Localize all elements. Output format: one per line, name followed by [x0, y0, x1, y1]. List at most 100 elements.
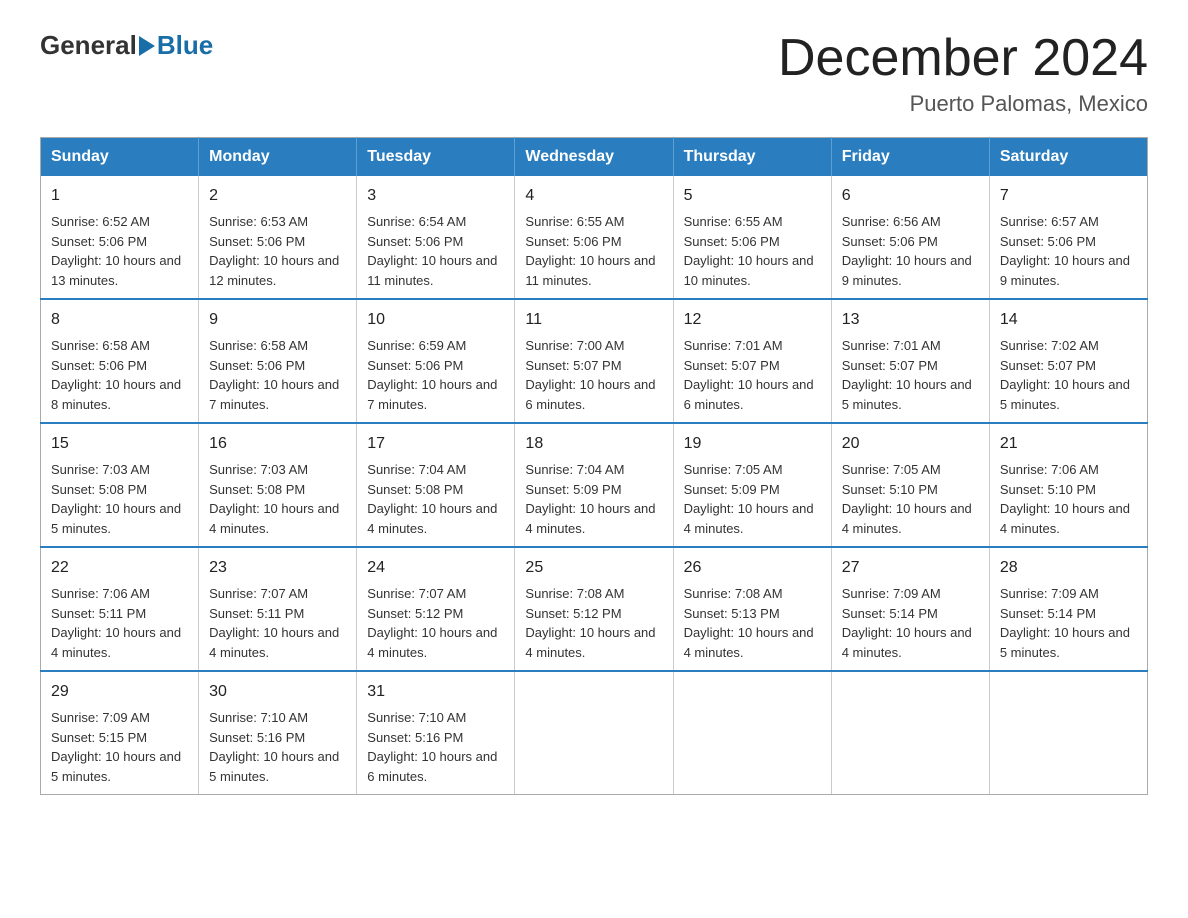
calendar-cell: 20 Sunrise: 7:05 AM Sunset: 5:10 PM Dayl…: [831, 423, 989, 547]
calendar-week-row: 1 Sunrise: 6:52 AM Sunset: 5:06 PM Dayli…: [41, 176, 1148, 299]
calendar-cell: 27 Sunrise: 7:09 AM Sunset: 5:14 PM Dayl…: [831, 547, 989, 671]
calendar-cell: 5 Sunrise: 6:55 AM Sunset: 5:06 PM Dayli…: [673, 176, 831, 299]
day-info: Sunrise: 7:04 AM Sunset: 5:08 PM Dayligh…: [367, 460, 504, 538]
day-info: Sunrise: 6:52 AM Sunset: 5:06 PM Dayligh…: [51, 212, 188, 290]
calendar-cell: [673, 671, 831, 795]
calendar-cell: 1 Sunrise: 6:52 AM Sunset: 5:06 PM Dayli…: [41, 176, 199, 299]
weekday-header-monday: Monday: [199, 138, 357, 177]
day-number: 30: [209, 680, 346, 704]
calendar-cell: 19 Sunrise: 7:05 AM Sunset: 5:09 PM Dayl…: [673, 423, 831, 547]
day-info: Sunrise: 7:07 AM Sunset: 5:11 PM Dayligh…: [209, 584, 346, 662]
calendar-table: SundayMondayTuesdayWednesdayThursdayFrid…: [40, 137, 1148, 795]
day-number: 26: [684, 556, 821, 580]
day-number: 5: [684, 184, 821, 208]
month-title: December 2024: [778, 30, 1148, 87]
calendar-cell: 24 Sunrise: 7:07 AM Sunset: 5:12 PM Dayl…: [357, 547, 515, 671]
day-info: Sunrise: 6:56 AM Sunset: 5:06 PM Dayligh…: [842, 212, 979, 290]
calendar-cell: 9 Sunrise: 6:58 AM Sunset: 5:06 PM Dayli…: [199, 299, 357, 423]
day-info: Sunrise: 7:00 AM Sunset: 5:07 PM Dayligh…: [525, 336, 662, 414]
day-info: Sunrise: 6:58 AM Sunset: 5:06 PM Dayligh…: [51, 336, 188, 414]
calendar-cell: 6 Sunrise: 6:56 AM Sunset: 5:06 PM Dayli…: [831, 176, 989, 299]
day-info: Sunrise: 7:05 AM Sunset: 5:09 PM Dayligh…: [684, 460, 821, 538]
day-info: Sunrise: 7:09 AM Sunset: 5:14 PM Dayligh…: [1000, 584, 1137, 662]
calendar-cell: 16 Sunrise: 7:03 AM Sunset: 5:08 PM Dayl…: [199, 423, 357, 547]
day-number: 3: [367, 184, 504, 208]
day-number: 23: [209, 556, 346, 580]
day-info: Sunrise: 7:03 AM Sunset: 5:08 PM Dayligh…: [209, 460, 346, 538]
calendar-cell: 26 Sunrise: 7:08 AM Sunset: 5:13 PM Dayl…: [673, 547, 831, 671]
day-info: Sunrise: 7:09 AM Sunset: 5:14 PM Dayligh…: [842, 584, 979, 662]
day-info: Sunrise: 7:05 AM Sunset: 5:10 PM Dayligh…: [842, 460, 979, 538]
day-info: Sunrise: 7:10 AM Sunset: 5:16 PM Dayligh…: [367, 708, 504, 786]
calendar-cell: 4 Sunrise: 6:55 AM Sunset: 5:06 PM Dayli…: [515, 176, 673, 299]
day-number: 19: [684, 432, 821, 456]
calendar-week-row: 29 Sunrise: 7:09 AM Sunset: 5:15 PM Dayl…: [41, 671, 1148, 795]
day-number: 16: [209, 432, 346, 456]
calendar-cell: [831, 671, 989, 795]
logo-blue-text: Blue: [157, 30, 213, 61]
day-info: Sunrise: 7:06 AM Sunset: 5:11 PM Dayligh…: [51, 584, 188, 662]
logo: General Blue: [40, 30, 213, 61]
day-info: Sunrise: 7:04 AM Sunset: 5:09 PM Dayligh…: [525, 460, 662, 538]
calendar-cell: 23 Sunrise: 7:07 AM Sunset: 5:11 PM Dayl…: [199, 547, 357, 671]
day-number: 12: [684, 308, 821, 332]
weekday-header-thursday: Thursday: [673, 138, 831, 177]
calendar-cell: 31 Sunrise: 7:10 AM Sunset: 5:16 PM Dayl…: [357, 671, 515, 795]
day-info: Sunrise: 7:02 AM Sunset: 5:07 PM Dayligh…: [1000, 336, 1137, 414]
day-number: 31: [367, 680, 504, 704]
calendar-cell: 3 Sunrise: 6:54 AM Sunset: 5:06 PM Dayli…: [357, 176, 515, 299]
calendar-cell: 7 Sunrise: 6:57 AM Sunset: 5:06 PM Dayli…: [989, 176, 1147, 299]
day-info: Sunrise: 7:08 AM Sunset: 5:13 PM Dayligh…: [684, 584, 821, 662]
calendar-cell: 22 Sunrise: 7:06 AM Sunset: 5:11 PM Dayl…: [41, 547, 199, 671]
calendar-cell: 17 Sunrise: 7:04 AM Sunset: 5:08 PM Dayl…: [357, 423, 515, 547]
calendar-cell: 12 Sunrise: 7:01 AM Sunset: 5:07 PM Dayl…: [673, 299, 831, 423]
day-number: 24: [367, 556, 504, 580]
day-number: 6: [842, 184, 979, 208]
calendar-cell: 29 Sunrise: 7:09 AM Sunset: 5:15 PM Dayl…: [41, 671, 199, 795]
day-info: Sunrise: 7:08 AM Sunset: 5:12 PM Dayligh…: [525, 584, 662, 662]
day-number: 27: [842, 556, 979, 580]
day-number: 20: [842, 432, 979, 456]
day-number: 29: [51, 680, 188, 704]
day-number: 8: [51, 308, 188, 332]
day-info: Sunrise: 7:03 AM Sunset: 5:08 PM Dayligh…: [51, 460, 188, 538]
day-number: 25: [525, 556, 662, 580]
day-info: Sunrise: 7:01 AM Sunset: 5:07 PM Dayligh…: [684, 336, 821, 414]
logo-arrow-icon: [139, 36, 155, 56]
logo-general-text: General: [40, 30, 137, 61]
weekday-header-row: SundayMondayTuesdayWednesdayThursdayFrid…: [41, 138, 1148, 177]
weekday-header-friday: Friday: [831, 138, 989, 177]
calendar-cell: 25 Sunrise: 7:08 AM Sunset: 5:12 PM Dayl…: [515, 547, 673, 671]
title-section: December 2024 Puerto Palomas, Mexico: [778, 30, 1148, 117]
day-number: 10: [367, 308, 504, 332]
calendar-cell: 10 Sunrise: 6:59 AM Sunset: 5:06 PM Dayl…: [357, 299, 515, 423]
day-number: 14: [1000, 308, 1137, 332]
day-number: 28: [1000, 556, 1137, 580]
calendar-cell: 14 Sunrise: 7:02 AM Sunset: 5:07 PM Dayl…: [989, 299, 1147, 423]
calendar-cell: 2 Sunrise: 6:53 AM Sunset: 5:06 PM Dayli…: [199, 176, 357, 299]
day-info: Sunrise: 7:10 AM Sunset: 5:16 PM Dayligh…: [209, 708, 346, 786]
calendar-week-row: 22 Sunrise: 7:06 AM Sunset: 5:11 PM Dayl…: [41, 547, 1148, 671]
day-info: Sunrise: 6:55 AM Sunset: 5:06 PM Dayligh…: [525, 212, 662, 290]
day-info: Sunrise: 7:07 AM Sunset: 5:12 PM Dayligh…: [367, 584, 504, 662]
calendar-cell: 28 Sunrise: 7:09 AM Sunset: 5:14 PM Dayl…: [989, 547, 1147, 671]
day-number: 13: [842, 308, 979, 332]
calendar-cell: 30 Sunrise: 7:10 AM Sunset: 5:16 PM Dayl…: [199, 671, 357, 795]
day-info: Sunrise: 6:53 AM Sunset: 5:06 PM Dayligh…: [209, 212, 346, 290]
calendar-cell: 15 Sunrise: 7:03 AM Sunset: 5:08 PM Dayl…: [41, 423, 199, 547]
calendar-cell: [989, 671, 1147, 795]
day-info: Sunrise: 7:06 AM Sunset: 5:10 PM Dayligh…: [1000, 460, 1137, 538]
calendar-cell: 11 Sunrise: 7:00 AM Sunset: 5:07 PM Dayl…: [515, 299, 673, 423]
day-number: 11: [525, 308, 662, 332]
day-number: 18: [525, 432, 662, 456]
day-info: Sunrise: 6:58 AM Sunset: 5:06 PM Dayligh…: [209, 336, 346, 414]
day-number: 22: [51, 556, 188, 580]
day-info: Sunrise: 6:54 AM Sunset: 5:06 PM Dayligh…: [367, 212, 504, 290]
calendar-cell: 8 Sunrise: 6:58 AM Sunset: 5:06 PM Dayli…: [41, 299, 199, 423]
calendar-cell: 18 Sunrise: 7:04 AM Sunset: 5:09 PM Dayl…: [515, 423, 673, 547]
day-number: 1: [51, 184, 188, 208]
day-info: Sunrise: 6:55 AM Sunset: 5:06 PM Dayligh…: [684, 212, 821, 290]
day-number: 21: [1000, 432, 1137, 456]
day-info: Sunrise: 7:01 AM Sunset: 5:07 PM Dayligh…: [842, 336, 979, 414]
calendar-cell: [515, 671, 673, 795]
